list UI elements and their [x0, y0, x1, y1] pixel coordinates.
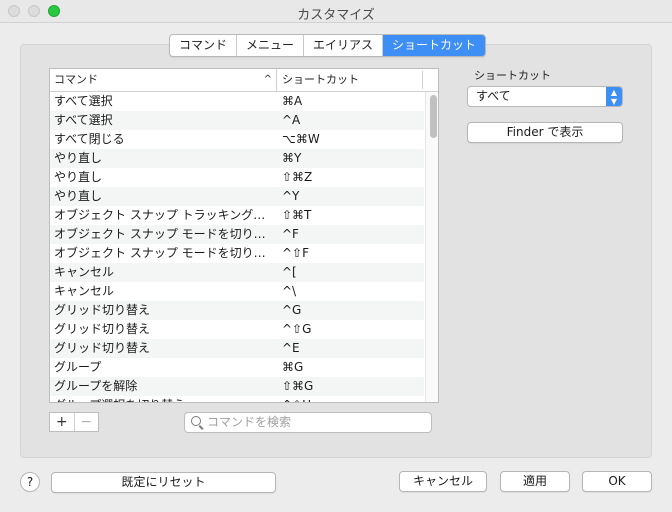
table-row[interactable]: グループを解除 ⇧⌘G [50, 377, 424, 396]
shortcut-cell: ^G [282, 303, 302, 317]
tab-menus[interactable]: メニュー [237, 35, 305, 56]
table-row[interactable]: オブジェクト スナップ モードを切り… ^⇧F [50, 244, 424, 263]
shortcut-cell: ^\ [282, 284, 297, 298]
shortcut-table: コマンド ^ ショートカット すべて選択 ⌘A すべて選択 ^A すべて閉じる ⌥⌘W やり… [49, 68, 439, 403]
tab-aliases[interactable]: エイリアス [304, 35, 384, 56]
window-title: カスタマイズ [297, 8, 375, 23]
shortcut-cell: ⌘A [282, 94, 303, 108]
shortcut-cell: ⇧⌘G [282, 379, 314, 393]
shortcut-cell: ^⇧G [282, 322, 312, 336]
tab-commands[interactable]: コマンド [170, 35, 238, 56]
command-cell: キャンセル [54, 284, 115, 298]
add-button[interactable]: + [50, 413, 74, 431]
remove-button[interactable]: − [73, 413, 99, 431]
shortcut-cell: ^⇧H [282, 396, 311, 402]
vertical-scrollbar[interactable] [425, 92, 438, 402]
add-remove-control: + − [49, 412, 99, 432]
command-cell: すべて閉じる [54, 132, 125, 146]
table-row[interactable]: オブジェクト スナップ モードを切り… ^F [50, 225, 424, 244]
command-cell: オブジェクト スナップ モードを切り… [54, 246, 266, 260]
command-cell: グループ [54, 360, 102, 374]
shortcut-cell: ⌥⌘W [282, 132, 320, 146]
column-divider [422, 71, 423, 89]
tab-shortcuts[interactable]: ショートカット [383, 35, 486, 56]
ok-button[interactable]: OK [582, 471, 652, 492]
search-icon [191, 416, 201, 426]
table-header: コマンド ^ ショートカット [50, 69, 438, 92]
command-cell: やり直し [54, 189, 103, 203]
command-cell: グループを解除 [54, 379, 138, 393]
table-row[interactable]: キャンセル ^[ [50, 263, 424, 282]
command-cell: グリッド切り替え [54, 322, 151, 336]
command-cell: やり直し [54, 151, 103, 165]
shortcut-cell: ⇧⌘Z [282, 170, 313, 184]
search-placeholder: コマンドを検索 [207, 415, 292, 429]
table-row[interactable]: やり直し ⇧⌘Z [50, 168, 424, 187]
help-button[interactable]: ? [20, 472, 40, 492]
apply-button[interactable]: 適用 [500, 471, 570, 492]
shortcut-cell: ⌘G [282, 360, 304, 374]
filter-select-value: すべて [476, 89, 511, 103]
filter-label: ショートカット [474, 69, 551, 82]
table-row[interactable]: オブジェクト スナップ トラッキング… ⇧⌘T [50, 206, 424, 225]
shortcut-cell: ^Y [282, 189, 300, 203]
table-row[interactable]: すべて選択 ^A [50, 111, 424, 130]
table-row[interactable]: グリッド切り替え ^E [50, 339, 424, 358]
shortcut-cell: ⇧⌘T [282, 208, 312, 222]
table-row[interactable]: グループ ⌘G [50, 358, 424, 377]
command-cell: グリッド切り替え [54, 303, 151, 317]
shortcut-cell: ^F [282, 227, 299, 241]
shortcut-cell: ^E [282, 341, 300, 355]
command-cell: グリッド切り替え [54, 341, 151, 355]
column-header-shortcut[interactable]: ショートカット [282, 69, 359, 91]
table-row[interactable]: やり直し ^Y [50, 187, 424, 206]
shortcut-cell: ⌘Y [282, 151, 302, 165]
command-cell: すべて選択 [54, 113, 113, 127]
command-cell: グループ選択を切り替え [54, 396, 274, 402]
table-body: すべて選択 ⌘A すべて選択 ^A すべて閉じる ⌥⌘W やり直し ⌘Y やり直し ⇧⌘Z やり直し… [50, 92, 424, 402]
command-cell: オブジェクト スナップ モードを切り… [54, 227, 266, 241]
chevron-up-down-icon: ▲ ▼ [606, 87, 622, 106]
shortcut-cell: ^⇧F [282, 246, 310, 260]
column-header-command[interactable]: コマンド ^ [54, 69, 277, 91]
scrollbar-thumb[interactable] [430, 95, 437, 138]
title-bar: カスタマイズ [0, 0, 672, 23]
command-cell: やり直し [54, 170, 103, 184]
table-row[interactable]: やり直し ⌘Y [50, 149, 424, 168]
command-cell: すべて選択 [54, 94, 113, 108]
column-header-command-label: コマンド [54, 73, 98, 86]
table-row[interactable]: グループ選択を切り替え ^⇧H [50, 396, 424, 402]
table-row[interactable]: すべて選択 ⌘A [50, 92, 424, 111]
filter-select[interactable]: すべて ▲ ▼ [467, 86, 623, 107]
command-cell: オブジェクト スナップ トラッキング… [54, 208, 266, 222]
table-row[interactable]: グリッド切り替え ^G [50, 301, 424, 320]
show-in-finder-button[interactable]: Finder で表示 [467, 122, 623, 143]
cancel-button[interactable]: キャンセル [399, 471, 487, 492]
command-cell: キャンセル [54, 265, 115, 279]
table-row[interactable]: すべて閉じる ⌥⌘W [50, 130, 424, 149]
search-field[interactable]: コマンドを検索 [184, 412, 432, 433]
table-row[interactable]: キャンセル ^\ [50, 282, 424, 301]
shortcut-cell: ^A [282, 113, 301, 127]
shortcut-cell: ^[ [282, 265, 297, 279]
sort-ascending-icon: ^ [263, 74, 272, 85]
table-row[interactable]: グリッド切り替え ^⇧G [50, 320, 424, 339]
reset-to-default-button[interactable]: 既定にリセット [51, 472, 276, 493]
tab-bar: コマンド メニュー エイリアス ショートカット [169, 34, 487, 57]
